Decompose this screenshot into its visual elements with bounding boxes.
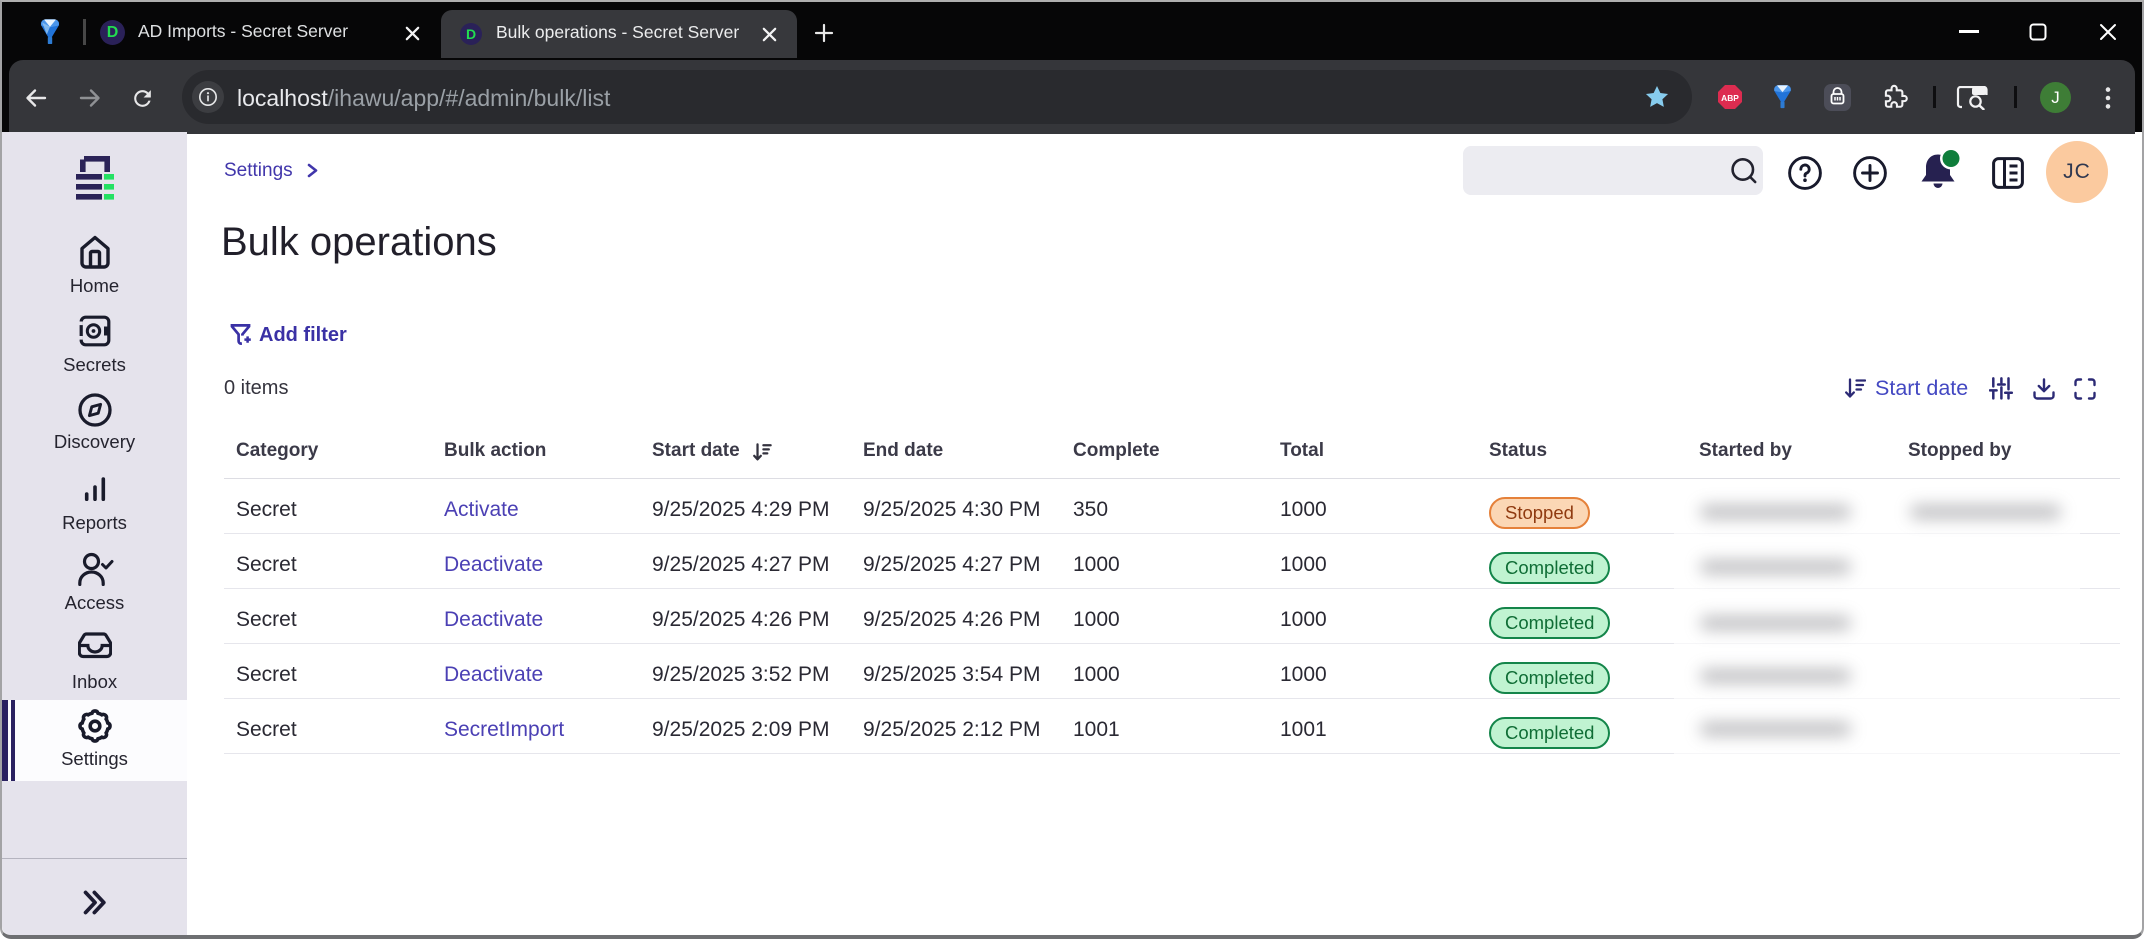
svg-text:ABP: ABP xyxy=(1721,93,1739,103)
